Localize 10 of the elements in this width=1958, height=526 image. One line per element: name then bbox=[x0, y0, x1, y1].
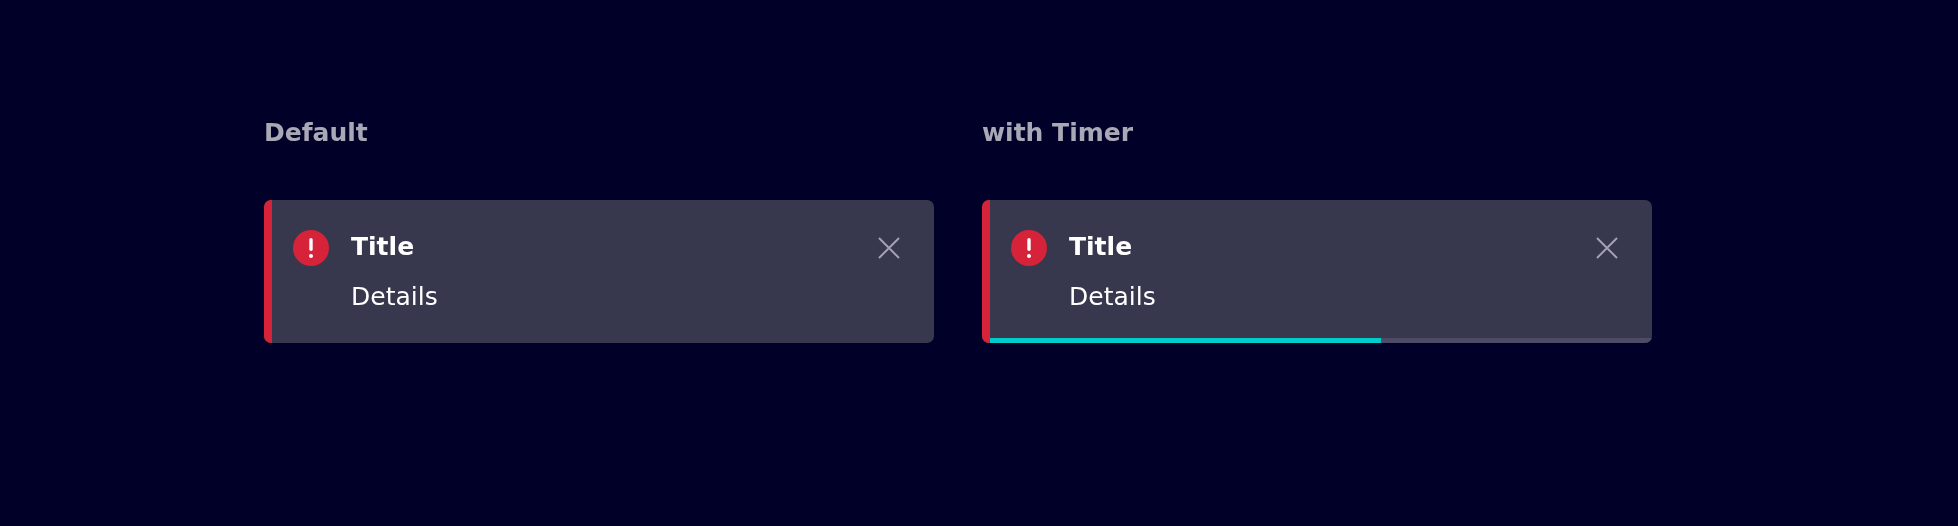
close-icon[interactable] bbox=[1596, 237, 1618, 259]
error-icon bbox=[293, 230, 329, 266]
close-icon[interactable] bbox=[878, 237, 900, 259]
toast-details: Details bbox=[1069, 281, 1157, 313]
section-heading: Default bbox=[264, 118, 369, 149]
toast-title: Title bbox=[351, 231, 416, 263]
section-heading: with Timer bbox=[982, 118, 1135, 149]
toast-details: Details bbox=[351, 281, 439, 313]
toast-title: Title bbox=[1069, 231, 1134, 263]
error-icon bbox=[1011, 230, 1047, 266]
